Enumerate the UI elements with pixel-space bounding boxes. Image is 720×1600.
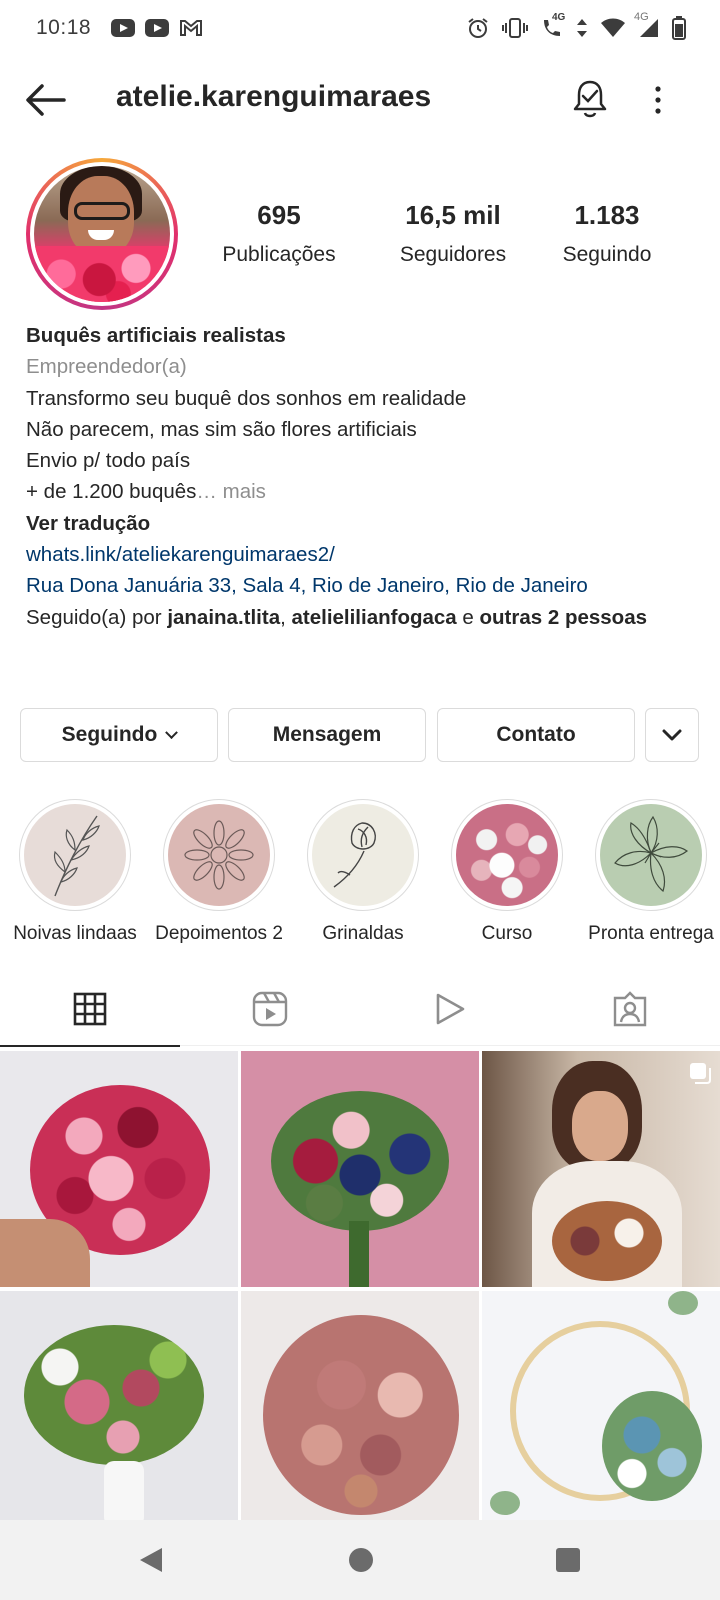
youtube-icon [111,19,136,37]
grid-icon [73,992,107,1026]
followed-by-conjunction: e [456,605,480,629]
vibrate-icon [502,18,528,38]
rose-bud-icon [333,822,376,888]
highlight-label: Grinaldas [322,923,404,944]
followed-by-prefix: Seguido(a) por [26,605,168,629]
leaf-branch-icon [53,815,100,897]
gmail-icon [180,20,203,36]
message-button[interactable]: Mensagem [228,708,426,762]
tab-posts-grid[interactable] [0,972,180,1047]
profile-category: Empreendedor(a) [26,355,187,379]
data-icon [577,19,587,37]
video-play-icon [436,993,465,1025]
chevron-down-icon [662,729,682,741]
story-highlight[interactable]: Depoimentos 2 [149,799,289,945]
story-highlight[interactable]: Grinaldas [293,799,433,945]
battery-icon [672,16,686,40]
highlight-label: Noivas lindaas [13,923,137,944]
profile-display-name: Buquês artificiais realistas [26,324,286,347]
bouquet-photo [456,804,558,906]
bio-line: Envio p/ todo país [26,449,191,473]
followers-count-label: Seguidores [399,243,507,266]
followers-count-value: 16,5 mil [405,200,501,230]
bio-line: Não parecem, mas sim são flores artifici… [26,417,417,441]
call-4g-label: 4G [552,12,566,23]
more-options-icon[interactable] [648,80,668,120]
bio-line: Transformo seu buquê dos sonhos em reali… [26,386,467,410]
profile-content-tabs [0,972,720,1047]
contact-button[interactable]: Contato [437,708,635,762]
tab-tagged[interactable] [540,972,720,1046]
story-highlight[interactable]: Curso [437,799,577,945]
see-translation-link[interactable]: Ver tradução [26,508,696,539]
contact-button-label: Contato [496,723,576,746]
alarm-icon [468,18,488,38]
call-4g-icon: 4G [540,12,565,40]
nav-home-icon[interactable] [349,1548,373,1572]
posts-count-value: 695 [257,200,301,230]
posts-count[interactable]: 695 Publicações [214,200,344,267]
followed-by-others: outras 2 pessoas [479,605,648,629]
nav-back-icon[interactable] [138,1546,164,1574]
story-highlight[interactable]: Pronta entrega [581,799,720,945]
back-arrow-icon[interactable] [24,82,66,118]
tab-videos[interactable] [360,972,540,1046]
daisy-icon [184,820,254,890]
post-red-pink-bouquet[interactable] [0,1051,238,1287]
highlight-label: Depoimentos 2 [155,923,283,944]
tab-reels[interactable] [180,972,360,1046]
posts-count-label: Publicações [222,243,336,266]
posts-grid [0,1051,720,1527]
post-bride-photo[interactable] [482,1051,720,1287]
following-count-label: Seguindo [562,243,652,266]
reels-icon [252,991,288,1027]
status-bar: 10:18 4G 4G [0,0,720,56]
signal-icon: 4G [634,11,660,39]
story-highlight[interactable]: Noivas lindaas [5,799,145,945]
followed-by-user: janaina.tlita [167,605,281,629]
profile-header: atelie.karenguimaraes [0,68,720,134]
followed-by-text[interactable]: Seguido(a) por janaina.tlita, atelielili… [26,602,696,633]
signal-4g-label: 4G [634,11,649,23]
bio-address-link[interactable]: Rua Dona Januária 33, Sala 4, Rio de Jan… [26,570,696,601]
multiple-photos-icon [690,1063,711,1084]
profile-username: atelie.karenguimaraes [116,80,432,113]
profile-bio: Buquês artificiais realistas Empreendedo… [26,320,696,633]
following-button-label: Seguindo [61,723,158,746]
followed-by-user: atelielilianfogaca [291,605,457,629]
system-navigation-bar [0,1520,720,1600]
post-navy-pink-bouquet[interactable] [241,1051,479,1287]
bio-website-link[interactable]: whats.link/ateliekarenguimaraes2/ [26,539,696,570]
highlight-label: Pronta entrega [588,923,714,944]
profile-avatar-story-ring[interactable] [26,158,178,310]
notification-bell-icon[interactable] [571,78,609,120]
bio-line: + de 1.200 buquês [26,480,197,504]
post-dusty-rose-bouquet[interactable] [241,1291,479,1527]
status-time: 10:18 [36,16,92,39]
bio-truncated-line: + de 1.200 buquês… mais [26,476,696,507]
post-green-pink-bouquet[interactable] [0,1291,238,1527]
lily-icon [614,815,688,893]
following-button[interactable]: Seguindo [20,708,218,762]
message-button-label: Mensagem [272,723,382,746]
followed-by-separator: , [280,605,292,629]
following-count-value: 1.183 [574,200,640,230]
bio-more-link[interactable]: … mais [196,480,265,503]
following-count[interactable]: 1.183 Seguindo [542,200,672,267]
youtube-icon [145,19,170,37]
nav-recents-icon[interactable] [556,1548,580,1572]
chevron-down-icon [165,725,179,739]
avatar [34,166,170,302]
suggested-accounts-button[interactable] [645,708,699,762]
highlight-label: Curso [481,923,533,944]
wifi-icon [601,18,625,37]
followers-count[interactable]: 16,5 mil Seguidores [378,200,528,267]
post-hoop-wreath[interactable] [482,1291,720,1527]
tagged-icon [613,991,647,1027]
